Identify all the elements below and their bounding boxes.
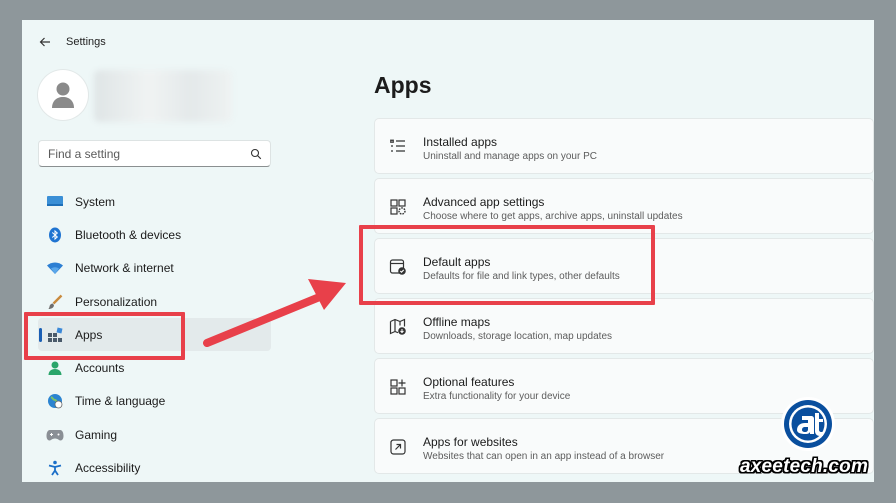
watermark-text: axeetech.com bbox=[740, 456, 869, 477]
axeetech-logo-icon bbox=[781, 397, 835, 451]
annotation-arrow-icon bbox=[203, 279, 346, 347]
